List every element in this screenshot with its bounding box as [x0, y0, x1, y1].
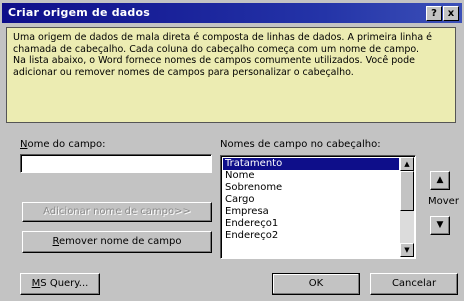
field-name-input[interactable]: [20, 154, 212, 173]
up-arrow-icon: ▲: [436, 175, 444, 185]
move-down-button[interactable]: ▼: [430, 216, 450, 235]
header-fields-list[interactable]: Tratamento Nome Sobrenome Cargo Empresa Ender…: [220, 155, 416, 259]
ok-button[interactable]: OK: [272, 273, 360, 295]
ms-query-button[interactable]: MS Query...: [20, 273, 100, 295]
close-button[interactable]: x: [443, 6, 459, 21]
add-field-name-button[interactable]: Adicionar nome de campo>>: [22, 202, 212, 222]
remove-field-name-button[interactable]: Remover nome de campo: [22, 231, 212, 253]
help-button[interactable]: ?: [426, 6, 442, 21]
create-data-source-dialog: Criar origem de dados ? x Uma origem de …: [0, 0, 464, 301]
title-bar[interactable]: Criar origem de dados ? x: [2, 3, 462, 23]
list-item[interactable]: Endereço1: [223, 218, 399, 230]
description-text-2: Na lista abaixo, o Word fornece nomes de…: [13, 55, 415, 78]
list-item[interactable]: Nome: [223, 170, 399, 182]
scroll-thumb[interactable]: [400, 171, 414, 211]
down-arrow-icon: ▼: [436, 220, 444, 230]
field-name-label: Nome do campo:: [20, 139, 106, 150]
header-fields-label: Nomes de campo no cabeçalho:: [220, 139, 381, 150]
dialog-title: Criar origem de dados: [8, 6, 150, 19]
cancel-button[interactable]: Cancelar: [370, 273, 458, 295]
header-fields-items: Tratamento Nome Sobrenome Cargo Empresa Ender…: [223, 158, 399, 242]
description-text-1: Uma origem de dados de mala direta é com…: [13, 32, 433, 55]
scroll-up-icon[interactable]: ▲: [400, 157, 414, 171]
description-panel: Uma origem de dados de mala direta é com…: [6, 27, 456, 123]
list-item[interactable]: Tratamento: [223, 158, 399, 170]
list-item[interactable]: Endereço2: [223, 230, 399, 242]
list-item[interactable]: Sobrenome: [223, 182, 399, 194]
list-item[interactable]: Empresa: [223, 206, 399, 218]
scroll-down-icon[interactable]: ▼: [400, 243, 414, 257]
move-label: Mover: [428, 196, 459, 207]
list-scrollbar[interactable]: ▲ ▼: [400, 157, 414, 257]
close-icon: x: [447, 8, 455, 19]
help-icon: ?: [431, 8, 437, 19]
list-item[interactable]: Cargo: [223, 194, 399, 206]
move-up-button[interactable]: ▲: [430, 171, 450, 190]
